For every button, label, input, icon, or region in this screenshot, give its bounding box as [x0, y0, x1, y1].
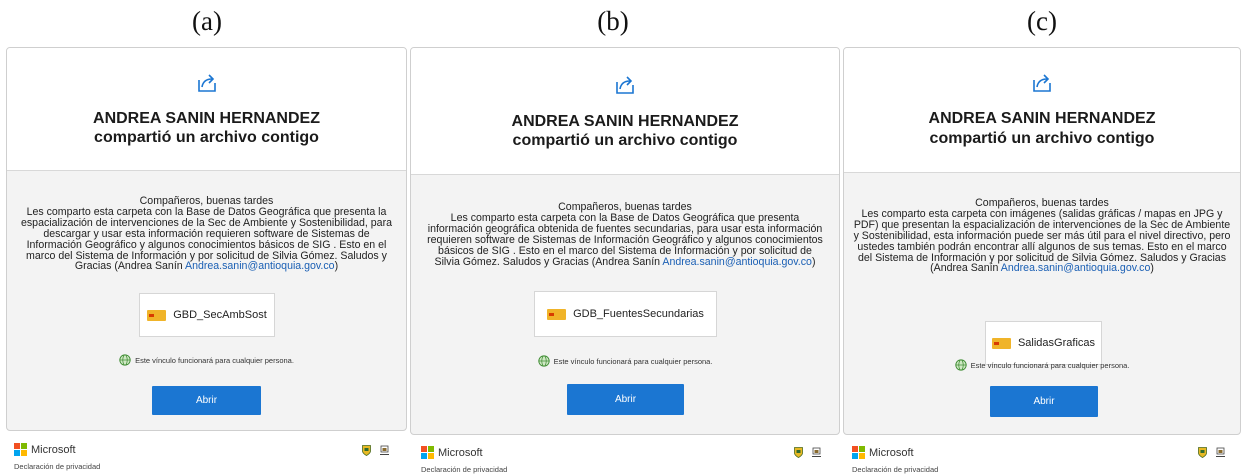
brand-name: Microsoft	[438, 446, 483, 459]
panel-label-c: (c)	[1027, 6, 1057, 36]
card-header: ANDREA SANIN HERNANDEZ compartió un arch…	[411, 48, 839, 175]
microsoft-logo	[421, 446, 434, 459]
crests-a	[362, 445, 389, 456]
open-button[interactable]: Abrir	[990, 386, 1098, 417]
share-action: compartió un archivo contigo	[512, 132, 738, 149]
share-action: compartió un archivo contigo	[94, 129, 319, 146]
crest-icon	[362, 445, 371, 456]
crest-icon	[794, 447, 803, 458]
globe-icon	[954, 359, 967, 371]
message-closing: )	[811, 255, 816, 268]
file-name: SalidasGraficas	[1017, 337, 1096, 349]
privacy-link[interactable]: Declaración de privacidad	[852, 465, 938, 474]
folder-icon	[547, 308, 567, 320]
share-card-a: ANDREA SANIN HERNANDEZ compartió un arch…	[6, 47, 407, 431]
email-link[interactable]: Andrea.sanin@antioquia.gov.co	[185, 260, 335, 272]
crests-b	[794, 447, 821, 458]
sender-name: ANDREA SANIN HERNANDEZ	[928, 110, 1156, 127]
link-note: Este vínculo funcionará para cualquier p…	[7, 354, 406, 366]
card-header: ANDREA SANIN HERNANDEZ compartió un arch…	[844, 48, 1240, 173]
crests-c	[1198, 447, 1225, 458]
footer-c: Microsoft Declaración de privacidad	[852, 446, 938, 474]
privacy-link[interactable]: Declaración de privacidad	[14, 462, 100, 471]
crest-icon	[1198, 447, 1207, 458]
link-note: Este vínculo funcionará para cualquier p…	[844, 359, 1240, 371]
footer-b: Microsoft Declaración de privacidad	[421, 446, 507, 474]
microsoft-logo	[14, 443, 27, 456]
share-icon	[1033, 74, 1051, 92]
message-closing: )	[334, 260, 339, 273]
file-name: GDB_FuentesSecundarias	[573, 308, 704, 320]
brand-name: Microsoft	[869, 446, 914, 459]
share-message: Compañeros, buenas tardes Les comparto e…	[17, 196, 396, 272]
message-closing: )	[1150, 262, 1154, 275]
share-icon	[197, 74, 216, 92]
footer-a: Microsoft Declaración de privacidad	[14, 443, 100, 471]
email-link[interactable]: Andrea.sanin@antioquia.gov.co	[1001, 262, 1151, 274]
brand-name: Microsoft	[31, 443, 76, 456]
link-note-text: Este vínculo funcionará para cualquier p…	[135, 355, 294, 365]
share-action: compartió un archivo contigo	[929, 130, 1155, 147]
link-note-text: Este vínculo funcionará para cualquier p…	[553, 356, 713, 366]
share-message: Compañeros, buenas tardes Les comparto e…	[425, 202, 825, 267]
file-item[interactable]: GDB_FuentesSecundarias	[534, 291, 717, 337]
panel-label-a: (a)	[192, 6, 222, 36]
share-card-c: ANDREA SANIN HERNANDEZ compartió un arch…	[843, 47, 1241, 435]
file-name: GBD_SecAmbSost	[173, 309, 267, 321]
sender-name: ANDREA SANIN HERNANDEZ	[511, 113, 739, 130]
email-link[interactable]: Andrea.sanin@antioquia.gov.co	[662, 256, 812, 268]
share-icon	[616, 76, 634, 94]
sender-name: ANDREA SANIN HERNANDEZ	[93, 110, 320, 127]
open-button[interactable]: Abrir	[152, 386, 261, 415]
privacy-link[interactable]: Declaración de privacidad	[421, 465, 507, 474]
crest-icon	[1216, 447, 1225, 457]
share-message: Compañeros, buenas tardes Les comparto e…	[852, 198, 1232, 274]
link-note: Este vínculo funcionará para cualquier p…	[411, 355, 839, 367]
panel-label-b: (b)	[597, 6, 629, 36]
globe-icon	[119, 354, 131, 366]
card-header: ANDREA SANIN HERNANDEZ compartió un arch…	[7, 48, 406, 171]
crest-icon	[380, 445, 389, 455]
globe-icon	[537, 355, 550, 367]
microsoft-logo	[852, 446, 865, 459]
folder-icon	[991, 337, 1011, 349]
crest-icon	[812, 447, 821, 457]
file-item[interactable]: GBD_SecAmbSost	[139, 293, 275, 337]
share-card-b: ANDREA SANIN HERNANDEZ compartió un arch…	[410, 47, 840, 435]
open-button[interactable]: Abrir	[567, 384, 684, 415]
link-note-text: Este vínculo funcionará para cualquier p…	[970, 360, 1130, 370]
folder-icon	[147, 309, 167, 321]
